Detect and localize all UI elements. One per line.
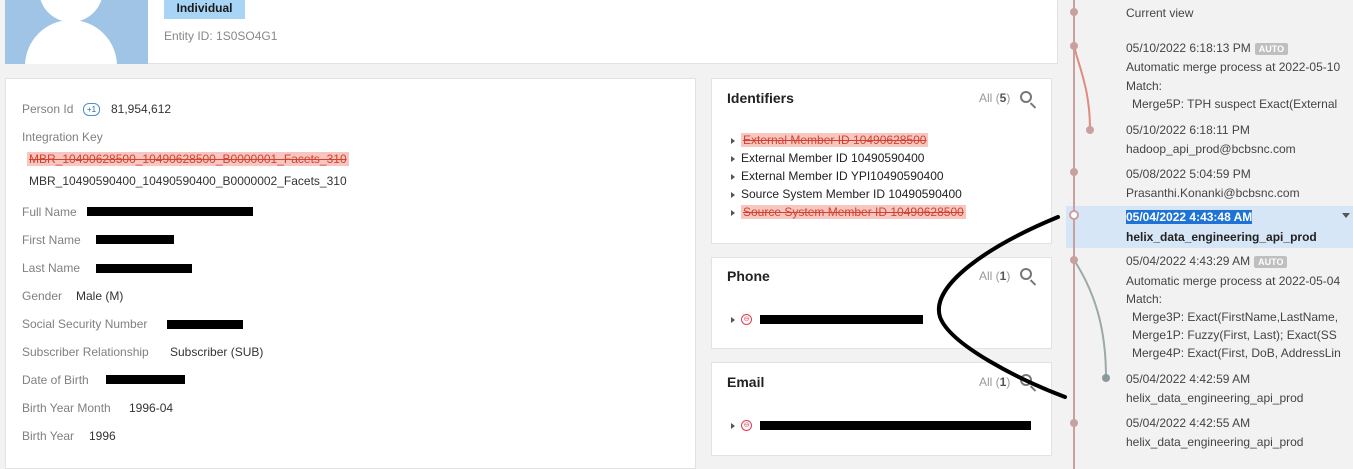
chevron-down-icon[interactable] [1342, 213, 1350, 218]
hand-drawn-annotation [936, 215, 1067, 399]
last-name-redaction [96, 264, 192, 273]
expand-icon [731, 209, 735, 216]
phone-title: Phone [727, 268, 770, 284]
gender-label: Gender [22, 289, 63, 303]
timeline-event-desc: Automatic merge process at 2022-05-04 [1126, 274, 1341, 288]
person-id-label: Person Id [22, 102, 74, 116]
integration-key-current: MBR_10490590400_10490590400_B0000002_Fac… [29, 174, 347, 188]
avatar [5, 0, 148, 64]
person-id-value: 81,954,612 [111, 102, 172, 116]
email-item[interactable]: ⊖ [731, 418, 752, 432]
timeline-event-desc: Merge1P: Fuzzy(First, Last); Exact(SS [1132, 328, 1337, 342]
birth-year-month-value: 1996-04 [129, 401, 174, 415]
expand-icon [731, 422, 735, 429]
auto-badge: AUTO [1254, 255, 1288, 268]
timeline-event-user: hadoop_api_prod@bcbsnc.com [1126, 142, 1296, 156]
timeline-event-desc: Match: [1126, 292, 1163, 306]
gender-value: Male (M) [76, 289, 124, 303]
timeline-event-desc: Automatic merge process at 2022-05-10 [1126, 60, 1341, 74]
last-name-label: Last Name [22, 261, 81, 275]
timeline-selected-date[interactable]: 05/04/2022 4:43:48 AM [1126, 210, 1253, 224]
integration-key-removed: MBR_10490628500_10490628500_B0000001_Fac… [27, 152, 349, 166]
subscriber-relationship-label: Subscriber Relationship [22, 345, 149, 359]
integration-key-label: Integration Key [22, 130, 103, 144]
entity-header-card [5, 0, 1058, 64]
unverified-icon: ⊖ [741, 420, 752, 432]
timeline-event-date[interactable]: 05/04/2022 4:43:29 AM AUTO [1126, 254, 1288, 268]
timeline-event-user: Prasanthi.Konanki@bcbsnc.com [1126, 186, 1300, 200]
timeline-event-user: helix_data_engineering_api_prod [1126, 391, 1304, 405]
timeline-event-desc: Match: [1126, 79, 1163, 93]
timeline-event-user: helix_data_engineering_api_prod [1126, 435, 1304, 449]
expand-icon [731, 155, 735, 162]
full-name-label: Full Name [22, 205, 77, 219]
birth-year-month-label: Birth Year Month [22, 401, 111, 415]
ssn-label: Social Security Number [22, 317, 148, 331]
auto-badge: AUTO [1254, 42, 1289, 55]
phone-item[interactable]: ⊖ [731, 312, 752, 326]
first-name-redaction [96, 235, 174, 244]
first-name-label: First Name [22, 233, 81, 247]
birth-year-value: 1996 [89, 429, 116, 443]
timeline-selected-user: helix_data_engineering_api_prod [1126, 230, 1317, 244]
timeline-event-desc: Merge4P: Exact(First, DoB, AddressLin [1132, 346, 1341, 360]
timeline-event-date[interactable]: 05/04/2022 4:42:55 AM [1126, 416, 1250, 430]
full-name-redaction [87, 207, 253, 216]
ssn-redaction [167, 320, 243, 329]
entity-id: Entity ID: 1S0SO4G1 [164, 29, 278, 43]
timeline-current-view[interactable]: Current view [1126, 6, 1193, 20]
dob-redaction [106, 375, 185, 384]
identifier-item[interactable]: External Member ID 10490590400 [731, 151, 924, 165]
dob-label: Date of Birth [22, 373, 89, 387]
timeline-event-desc: Merge3P: Exact(FirstName,LastName, [1132, 310, 1339, 324]
person-id-badge-icon[interactable]: +1 [83, 103, 100, 116]
expand-icon [731, 316, 735, 323]
identifiers-title: Identifiers [727, 90, 794, 106]
expand-icon [731, 137, 735, 144]
expand-icon [731, 173, 735, 180]
timeline-event-date[interactable]: 05/10/2022 6:18:11 PM [1126, 123, 1250, 137]
expand-icon [731, 191, 735, 198]
identifiers-search-icon[interactable] [1020, 91, 1032, 103]
identifiers-all-link[interactable]: All (5) [979, 91, 1010, 105]
birth-year-label: Birth Year [22, 429, 75, 443]
email-title: Email [727, 374, 765, 390]
entity-type-badge: Individual [164, 0, 245, 19]
identifier-item[interactable]: External Member ID 10490628500 [731, 133, 929, 147]
email-redaction [760, 421, 1031, 430]
timeline-event-date[interactable]: 05/10/2022 6:18:13 PM AUTO [1126, 41, 1289, 55]
phone-redaction [760, 315, 923, 324]
identifier-item[interactable]: Source System Member ID 10490590400 [731, 187, 962, 201]
identifier-item[interactable]: External Member ID YPI10490590400 [731, 169, 944, 183]
subscriber-relationship-value: Subscriber (SUB) [170, 345, 264, 359]
timeline-event-desc: Merge5P: TPH suspect Exact(External [1132, 97, 1338, 111]
unverified-icon: ⊖ [741, 314, 752, 326]
timeline-event-date[interactable]: 05/04/2022 4:42:59 AM [1126, 372, 1250, 386]
timeline-event-date[interactable]: 05/08/2022 5:04:59 PM [1126, 167, 1251, 181]
